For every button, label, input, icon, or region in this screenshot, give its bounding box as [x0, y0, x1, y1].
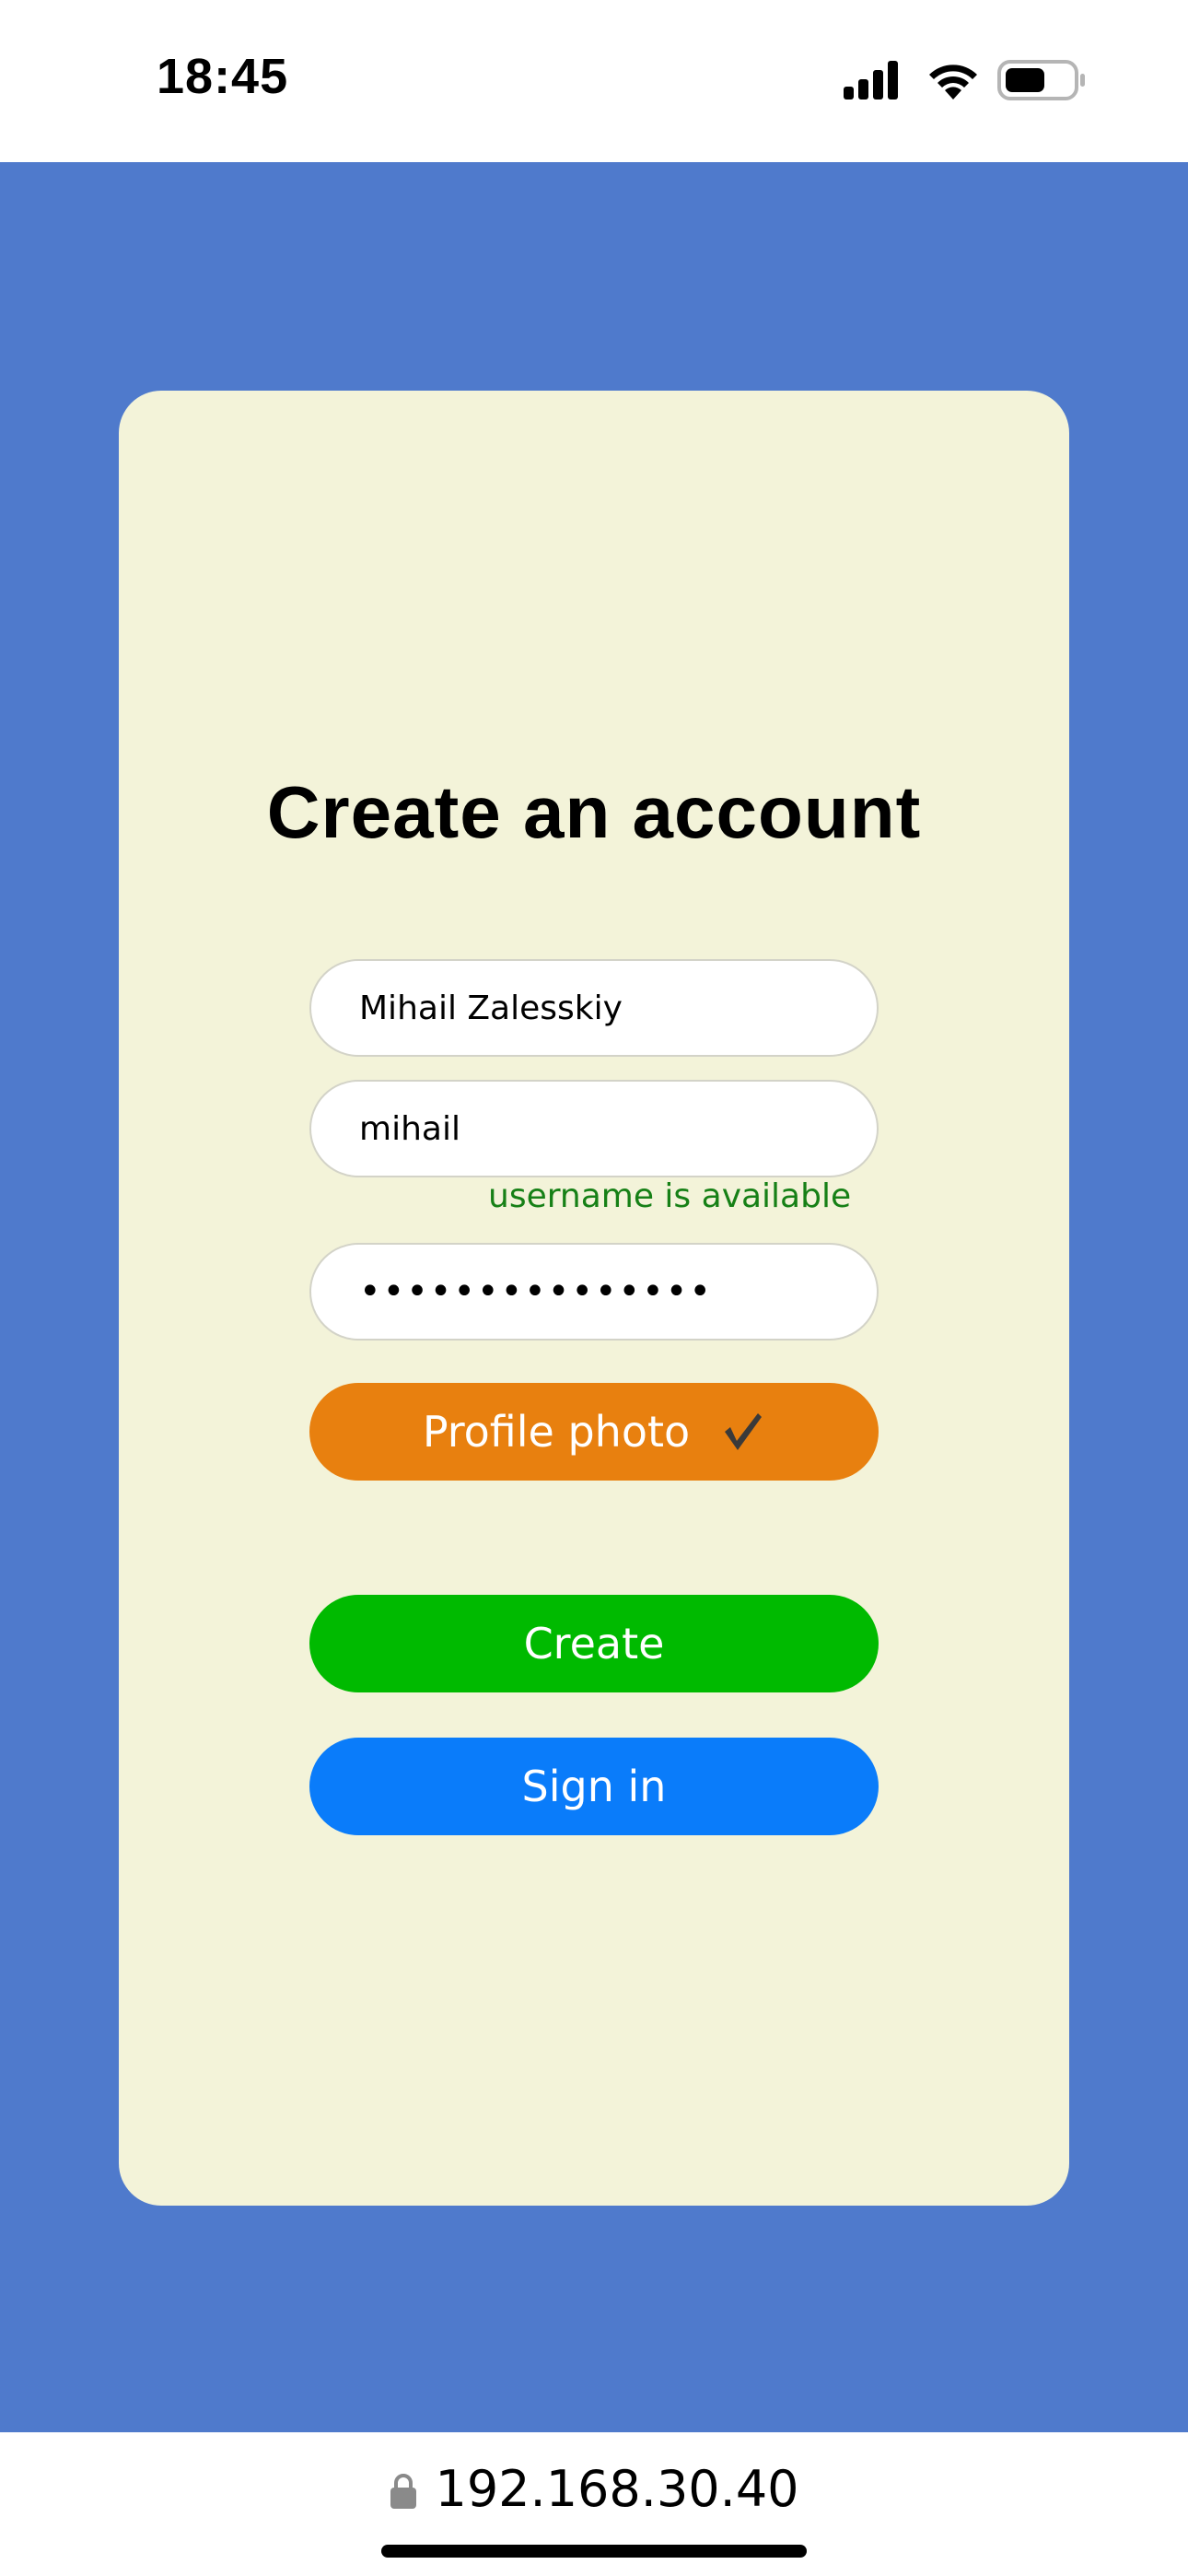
cellular-signal-icon [844, 61, 898, 100]
status-bar: 18:45 [0, 0, 1188, 162]
home-indicator[interactable] [381, 2545, 807, 2558]
battery-icon [997, 60, 1085, 100]
url-text: 192.168.30.40 [435, 2460, 799, 2518]
status-icons [840, 57, 1089, 103]
sign-in-button[interactable]: Sign in [309, 1738, 879, 1835]
profile-photo-button[interactable]: Profile photo [309, 1383, 879, 1481]
lock-icon [390, 2473, 417, 2509]
url-row: 192.168.30.40 [0, 2460, 1188, 2518]
full-name-input[interactable] [309, 959, 879, 1057]
profile-photo-label: Profile photo [422, 1407, 691, 1457]
status-time: 18:45 [157, 49, 289, 104]
password-input[interactable] [309, 1243, 879, 1341]
browser-url-bar[interactable]: 192.168.30.40 [0, 2432, 1188, 2576]
page-title: Create an account [266, 771, 922, 853]
create-button[interactable]: Create [309, 1595, 879, 1692]
checkmark-icon [725, 1413, 763, 1450]
username-input[interactable] [309, 1080, 879, 1177]
wifi-icon [929, 64, 977, 100]
username-status-text: username is available [488, 1177, 852, 1215]
